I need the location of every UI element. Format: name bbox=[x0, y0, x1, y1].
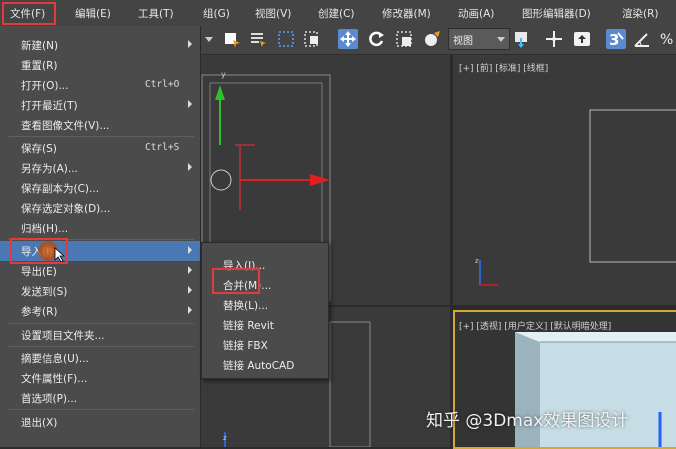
svg-text:z: z bbox=[223, 434, 227, 442]
submenu-arrow-icon bbox=[188, 266, 192, 274]
menu-item-label: 查看图像文件(V)... bbox=[21, 120, 110, 132]
menu-separator bbox=[8, 323, 194, 324]
scale-icon[interactable] bbox=[394, 29, 414, 49]
menu-item-label: 参考(R) bbox=[21, 306, 58, 318]
menu-item-label: 重置(R) bbox=[21, 60, 58, 72]
window-crossing-icon[interactable] bbox=[302, 29, 322, 49]
svg-text:y: y bbox=[221, 70, 226, 79]
menu-item-label: 文件属性(F)... bbox=[21, 373, 88, 385]
menu-item-label: 保存副本为(C)... bbox=[21, 183, 100, 195]
select-manipulate-icon[interactable] bbox=[544, 29, 564, 49]
reference-coord-select[interactable]: 视图 bbox=[448, 28, 510, 50]
menu-separator bbox=[8, 346, 194, 347]
menu-item-label: 打开(O)... bbox=[21, 80, 69, 92]
menu-item-exit[interactable]: 退出(X) bbox=[0, 412, 200, 432]
move-icon[interactable] bbox=[338, 29, 358, 49]
pivot-center-icon[interactable] bbox=[512, 29, 532, 49]
menu-item-summary-info[interactable]: 摘要信息(U)... bbox=[0, 348, 200, 368]
menu-item-view-image[interactable]: 查看图像文件(V)... bbox=[0, 115, 200, 135]
main-toolbar: 视图 3 % bbox=[200, 26, 676, 55]
menu-item-reset[interactable]: 重置(R) bbox=[0, 55, 200, 75]
menu-tools[interactable]: 工具(T) bbox=[138, 6, 174, 21]
menu-item-new[interactable]: 新建(N) bbox=[0, 35, 200, 55]
place-icon[interactable] bbox=[422, 29, 442, 49]
snaps-toggle-icon[interactable]: 3 bbox=[606, 29, 626, 49]
menu-item-file-properties[interactable]: 文件属性(F)... bbox=[0, 368, 200, 388]
menu-item-save-selected[interactable]: 保存选定对象(D)... bbox=[0, 198, 200, 218]
menu-item-label: 首选项(P)... bbox=[21, 393, 78, 405]
submenu-arrow-icon bbox=[188, 286, 192, 294]
submenu-item-label: 链接 Revit bbox=[223, 320, 274, 332]
menu-item-label: 导出(E) bbox=[21, 266, 57, 278]
chevron-down-icon bbox=[497, 37, 505, 42]
front-viewport-geometry: z bbox=[475, 109, 676, 286]
percent-snap-icon[interactable]: % bbox=[658, 29, 676, 49]
rotate-icon[interactable] bbox=[366, 29, 386, 49]
submenu-arrow-icon bbox=[188, 306, 192, 314]
submenu-arrow-icon bbox=[188, 246, 192, 254]
menu-graph-editors[interactable]: 图形编辑器(D) bbox=[522, 6, 591, 21]
menu-item-label: 摘要信息(U)... bbox=[21, 353, 89, 365]
menu-item-reference[interactable]: 参考(R) bbox=[0, 301, 200, 321]
menu-item-open[interactable]: 打开(O)... Ctrl+O bbox=[0, 75, 200, 95]
submenu-item-label: 链接 FBX bbox=[223, 340, 268, 352]
menu-group[interactable]: 组(G) bbox=[203, 6, 230, 21]
menu-item-label: 退出(X) bbox=[21, 417, 58, 429]
submenu-arrow-icon bbox=[188, 163, 192, 171]
file-menu-dropdown: 新建(N) 重置(R) 打开(O)... Ctrl+O 打开最近(T) 查看图像… bbox=[0, 26, 201, 447]
file-menu-highlight-box bbox=[2, 2, 56, 25]
menu-item-open-recent[interactable]: 打开最近(T) bbox=[0, 95, 200, 115]
menu-modifiers[interactable]: 修改器(M) bbox=[382, 6, 431, 21]
menu-item-label: 设置项目文件夹... bbox=[21, 330, 105, 342]
menu-edit[interactable]: 编辑(E) bbox=[75, 6, 111, 21]
menu-item-save[interactable]: 保存(S) Ctrl+S bbox=[0, 138, 200, 158]
menu-views[interactable]: 视图(V) bbox=[255, 6, 291, 21]
menu-item-shortcut: Ctrl+S bbox=[145, 142, 180, 153]
menu-separator bbox=[8, 409, 194, 410]
submenu-item-replace[interactable]: 替换(L)... bbox=[202, 295, 328, 315]
menu-separator bbox=[8, 136, 194, 137]
submenu-item-link-fbx[interactable]: 链接 FBX bbox=[202, 335, 328, 355]
submenu-item-label: 替换(L)... bbox=[223, 300, 269, 312]
merge-highlight-box bbox=[212, 268, 260, 294]
menu-bar: 文件(F) 编辑(E) 工具(T) 组(G) 视图(V) 创建(C) 修改器(M… bbox=[0, 0, 676, 27]
menu-item-label: 归档(H)... bbox=[21, 223, 69, 235]
menu-item-label: 打开最近(T) bbox=[21, 100, 78, 112]
menu-item-label: 保存选定对象(D)... bbox=[21, 203, 111, 215]
menu-item-label: 发送到(S) bbox=[21, 286, 68, 298]
menu-rendering[interactable]: 渲染(R) bbox=[622, 6, 659, 21]
menu-item-label: 另存为(A)... bbox=[21, 163, 78, 175]
submenu-item-link-revit[interactable]: 链接 Revit bbox=[202, 315, 328, 335]
submenu-arrow-icon bbox=[188, 40, 192, 48]
dropdown-arrow-icon[interactable] bbox=[202, 29, 216, 49]
angle-snap-icon[interactable] bbox=[632, 29, 652, 49]
submenu-item-label: 链接 AutoCAD bbox=[223, 360, 295, 372]
menu-animation[interactable]: 动画(A) bbox=[458, 6, 494, 21]
menu-item-shortcut: Ctrl+O bbox=[145, 79, 180, 90]
menu-item-send-to[interactable]: 发送到(S) bbox=[0, 281, 200, 301]
keyboard-shortcut-icon[interactable] bbox=[572, 29, 592, 49]
svg-text:%: % bbox=[660, 32, 673, 48]
rect-selection-icon[interactable] bbox=[276, 29, 296, 49]
submenu-arrow-icon bbox=[188, 100, 192, 108]
menu-item-export[interactable]: 导出(E) bbox=[0, 261, 200, 281]
menu-create[interactable]: 创建(C) bbox=[318, 6, 355, 21]
menu-item-save-as[interactable]: 另存为(A)... bbox=[0, 158, 200, 178]
import-submenu: 导入(I)... 合并(M)... 替换(L)... 链接 Revit 链接 F… bbox=[201, 242, 329, 379]
menu-item-label: 保存(S) bbox=[21, 143, 57, 155]
view-select-value: 视图 bbox=[453, 36, 473, 47]
menu-item-archive[interactable]: 归档(H)... bbox=[0, 218, 200, 238]
menu-item-preferences[interactable]: 首选项(P)... bbox=[0, 388, 200, 408]
viewport-front[interactable]: [+] [前] [标准] [线框] z bbox=[453, 55, 676, 305]
submenu-item-link-autocad[interactable]: 链接 AutoCAD bbox=[202, 355, 328, 375]
menu-item-label: 新建(N) bbox=[21, 40, 59, 52]
menu-item-set-project-folder[interactable]: 设置项目文件夹... bbox=[0, 325, 200, 345]
watermark-text: 知乎 @3Dmax效果图设计 bbox=[426, 411, 629, 431]
select-object-icon[interactable] bbox=[222, 29, 242, 49]
import-highlight-box bbox=[10, 238, 68, 264]
svg-text:z: z bbox=[475, 257, 479, 265]
menu-item-save-copy[interactable]: 保存副本为(C)... bbox=[0, 178, 200, 198]
select-by-name-icon[interactable] bbox=[248, 29, 268, 49]
